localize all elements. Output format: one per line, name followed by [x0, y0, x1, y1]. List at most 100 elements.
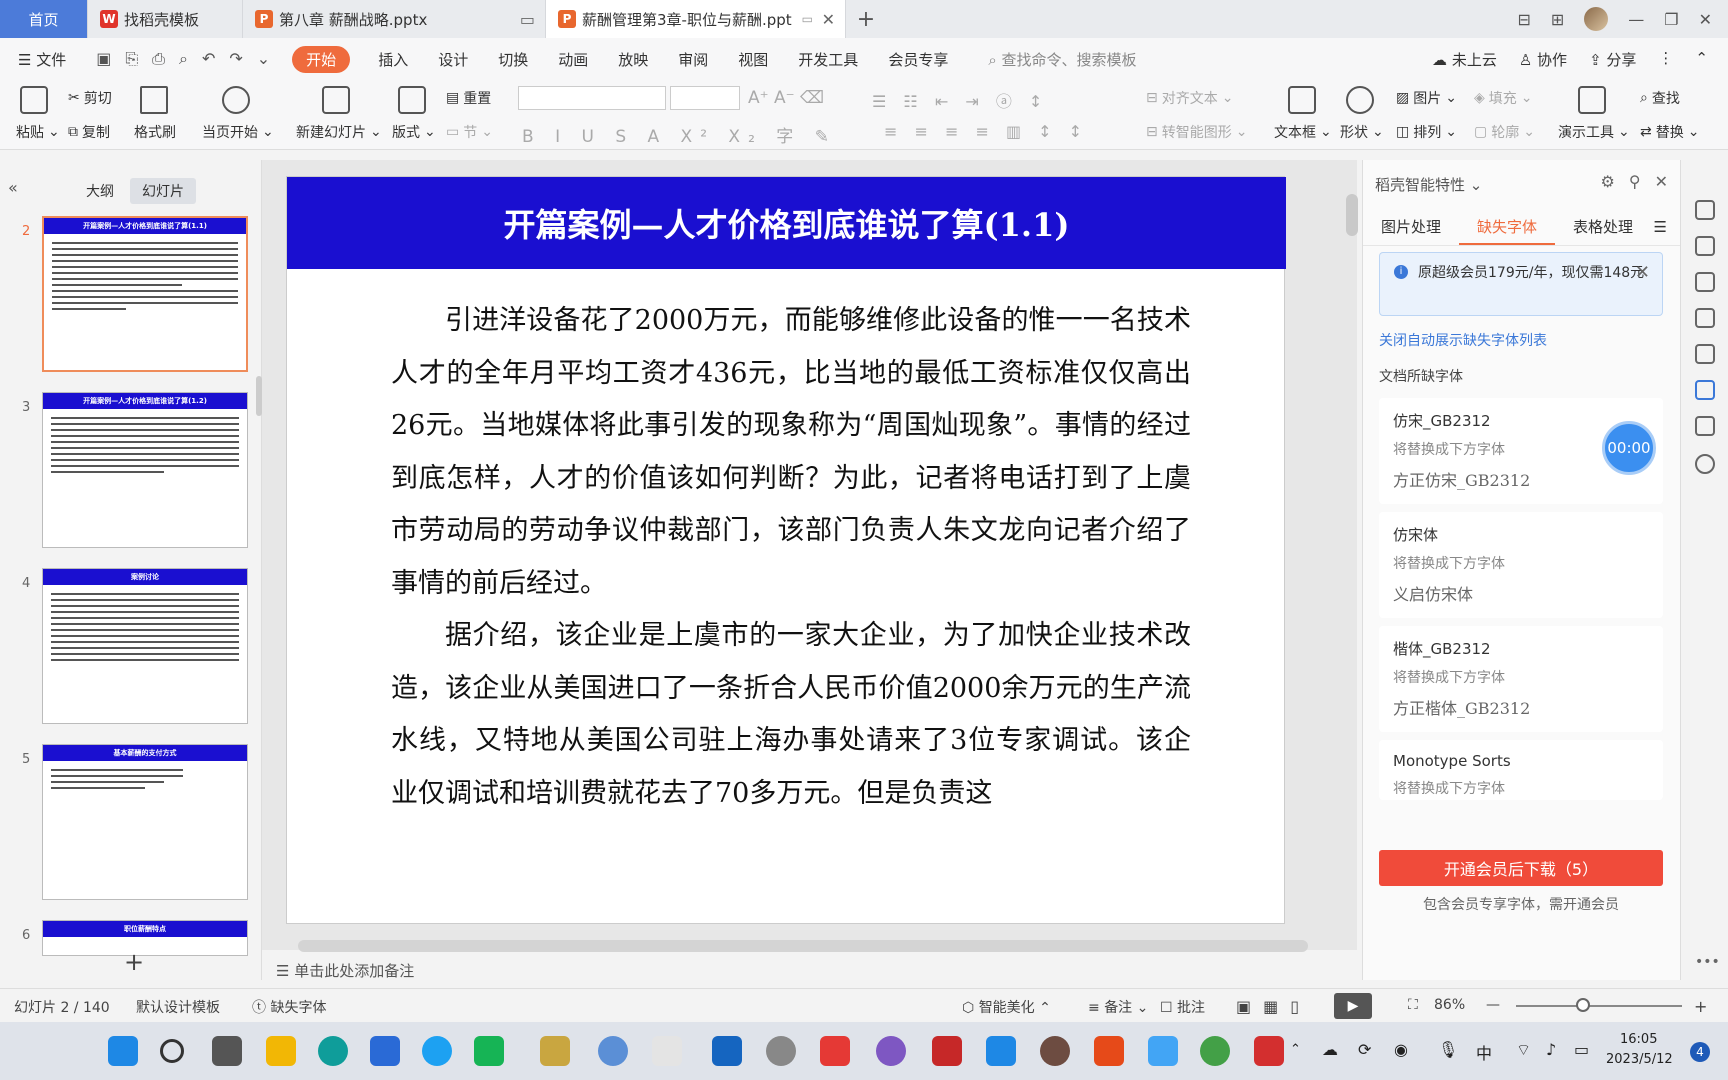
font-size-controls[interactable]: A⁺ A⁻ ⌫: [748, 88, 824, 108]
start-current-button[interactable]: 当页开始 ⌄: [202, 122, 274, 142]
tab-chapter8[interactable]: P 第八章 薪酬战略.pptx ▭: [243, 0, 546, 38]
font-size-input[interactable]: [670, 86, 740, 110]
help-icon[interactable]: [1695, 454, 1715, 474]
font-card[interactable]: 仿宋体 将替换成下方字体 义启仿宋体: [1379, 512, 1663, 618]
pin-icon[interactable]: ⚲: [1629, 172, 1641, 191]
notes-button[interactable]: ≡ 备注 ⌄: [1088, 997, 1148, 1017]
restore-icon[interactable]: ❐: [1664, 10, 1678, 29]
replace-button[interactable]: ⇄ 替换 ⌄: [1640, 122, 1699, 142]
windows-start-icon[interactable]: [108, 1036, 138, 1066]
file-explorer-icon[interactable]: [266, 1036, 296, 1066]
star-icon[interactable]: [1695, 272, 1715, 292]
zoom-in-icon[interactable]: +: [1694, 997, 1707, 1016]
slide-thumbnail[interactable]: 职位薪酬特点: [42, 920, 248, 956]
wps-active-icon[interactable]: [1254, 1036, 1284, 1066]
reset-button[interactable]: ▤ 重置: [446, 88, 491, 108]
missing-font-indicator[interactable]: ⓣ 缺失字体: [252, 997, 326, 1017]
convert-smartart-button[interactable]: ⊟ 转智能图形 ⌄: [1146, 122, 1247, 142]
slide-thumbnail[interactable]: 基本薪酬的支付方式: [42, 744, 248, 900]
tab-insert[interactable]: 插入: [378, 49, 408, 70]
find-button[interactable]: ⌕ 查找: [1640, 88, 1680, 108]
redo-icon[interactable]: ↷: [229, 49, 242, 69]
fill-button[interactable]: ◈ 填充 ⌄: [1474, 88, 1533, 108]
textbox-button[interactable]: 文本框 ⌄: [1274, 122, 1332, 142]
outline-button[interactable]: ▢ 轮廓 ⌄: [1474, 122, 1535, 142]
clock-time[interactable]: 16:05: [1620, 1032, 1657, 1047]
gear-icon[interactable]: ⚙: [1601, 172, 1615, 191]
search-icon[interactable]: [160, 1039, 184, 1063]
minimize-icon[interactable]: —: [1628, 10, 1644, 29]
tab-review[interactable]: 审阅: [678, 49, 708, 70]
ie-icon[interactable]: [422, 1036, 452, 1066]
app-icon[interactable]: [1040, 1036, 1070, 1066]
mic-icon[interactable]: 🎙: [1438, 1040, 1458, 1059]
tab-transition[interactable]: 切换: [498, 49, 528, 70]
tray-chevron-icon[interactable]: ⌃: [1290, 1042, 1301, 1057]
download-button[interactable]: 开通会员后下载（5）: [1379, 850, 1663, 886]
tab-slideshow[interactable]: 放映: [618, 49, 648, 70]
zoom-slider[interactable]: [1516, 1005, 1682, 1007]
paragraph-controls[interactable]: ≡ ≡ ≡ ≡ ▥ ↕ ↕: [884, 122, 1088, 141]
app-icon[interactable]: [876, 1036, 906, 1066]
list-controls[interactable]: ☰ ☷ ⇤ ⇥ ⓐ ↕: [872, 88, 1048, 112]
cloud-button[interactable]: ☁ 未上云: [1432, 49, 1497, 70]
tab-developer[interactable]: 开发工具: [798, 49, 858, 70]
align-text-button[interactable]: ⊟ 对齐文本 ⌄: [1146, 88, 1233, 108]
new-slide-button[interactable]: 新建幻灯片 ⌄: [296, 122, 382, 142]
panel-title[interactable]: 稻壳智能特性 ⌄: [1375, 174, 1482, 195]
lenovo-icon[interactable]: [712, 1036, 742, 1066]
timer-widget[interactable]: 00:00: [1602, 421, 1656, 475]
notification-badge[interactable]: 4: [1690, 1042, 1710, 1062]
tab-table-processing[interactable]: 表格处理: [1555, 212, 1651, 245]
slide-thumbnail[interactable]: 案例讨论: [42, 568, 248, 724]
volume-icon[interactable]: ♪: [1546, 1040, 1556, 1059]
more-icon[interactable]: •••: [1695, 954, 1720, 974]
task-view-icon[interactable]: [212, 1036, 242, 1066]
collaborate-button[interactable]: ♙ 协作: [1519, 49, 1567, 70]
font-card[interactable]: Monotype Sorts 将替换成下方字体: [1379, 740, 1663, 800]
print-icon[interactable]: ⎙: [152, 49, 165, 69]
close-autoshow-link[interactable]: 关闭自动展示缺失字体列表: [1379, 330, 1547, 350]
export-icon[interactable]: ⎘: [125, 49, 138, 69]
layout-icon[interactable]: ⊟: [1517, 10, 1530, 29]
file-menu[interactable]: ☰ 文件: [18, 49, 66, 70]
app-icon[interactable]: [932, 1036, 962, 1066]
slide-body-text[interactable]: 引进洋设备花了2000万元，而能够维修此设备的惟一一名技术人才的全年月平均工资才…: [391, 295, 1191, 820]
layout-button[interactable]: 版式 ⌄: [392, 122, 436, 142]
tab-outline[interactable]: 大纲: [74, 178, 126, 204]
zoom-level[interactable]: 86%: [1434, 997, 1465, 1013]
close-tab-icon[interactable]: ✕: [822, 10, 835, 29]
notes-area[interactable]: ☰ 单击此处添加备注: [276, 960, 414, 981]
copy-button[interactable]: ⧉ 复制: [68, 122, 110, 142]
chat-app-icon[interactable]: [474, 1036, 504, 1066]
tab-chapter3-active[interactable]: P 薪酬管理第3章-职位与薪酬.ppt ▭ ✕: [546, 0, 846, 38]
zoom-out-icon[interactable]: —: [1486, 997, 1500, 1013]
slide-canvas[interactable]: 开篇案例—人才价格到底谁说了算(1.1) 引进洋设备花了2000万元，而能够维修…: [286, 176, 1286, 924]
slide-thumbnail[interactable]: 开篇案例—人才价格到底谁说了算(1.1): [42, 216, 248, 372]
fit-icon[interactable]: ⛶: [1408, 997, 1418, 1013]
close-window-icon[interactable]: ✕: [1699, 10, 1712, 29]
format-painter-button[interactable]: 格式刷: [134, 122, 176, 142]
section-button[interactable]: ▭ 节 ⌄: [446, 122, 493, 142]
clock-date[interactable]: 2023/5/12: [1606, 1052, 1673, 1067]
store-icon[interactable]: [370, 1036, 400, 1066]
image-icon[interactable]: [1695, 344, 1715, 364]
cloud-icon[interactable]: ☁: [1322, 1040, 1338, 1059]
tab-docer-templates[interactable]: W 找稻壳模板: [88, 0, 243, 38]
tab-home[interactable]: 首页: [0, 0, 88, 38]
more-icon[interactable]: ⋮: [1658, 49, 1673, 70]
command-search[interactable]: ⌕ 查找命令、搜索模板: [988, 49, 1136, 70]
tab-image-processing[interactable]: 图片处理: [1363, 212, 1459, 245]
undo-icon[interactable]: ↶: [202, 49, 215, 69]
rocket-icon[interactable]: [1695, 200, 1715, 220]
tool-icon[interactable]: [652, 1036, 682, 1066]
comments-button[interactable]: ☐ 批注: [1160, 997, 1205, 1017]
tab-start[interactable]: 开始: [292, 45, 351, 73]
battery-icon[interactable]: ▭: [1574, 1040, 1589, 1059]
wps-icon[interactable]: [820, 1036, 850, 1066]
view-mode-buttons[interactable]: ▣▦▯: [1236, 997, 1311, 1016]
tab-slides[interactable]: 幻灯片: [130, 178, 196, 204]
edge-icon[interactable]: [318, 1036, 348, 1066]
share-button[interactable]: ⇪ 分享: [1589, 49, 1636, 70]
app-tray-icon[interactable]: ◉: [1394, 1040, 1408, 1059]
